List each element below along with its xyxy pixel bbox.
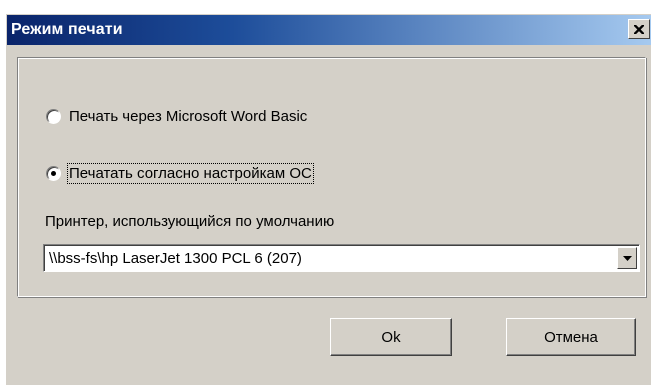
os-settings-radio[interactable] [46,166,61,181]
title-bar[interactable]: Режим печати [7,15,651,45]
printer-select-value: \\bss-fs\hp LaserJet 1300 PCL 6 (207) [49,250,302,267]
printer-select[interactable]: \\bss-fs\hp LaserJet 1300 PCL 6 (207) [43,244,640,272]
close-button[interactable] [628,19,650,39]
chevron-down-icon [622,255,632,261]
word-basic-option[interactable]: Печать через Microsoft Word Basic [46,108,307,125]
word-basic-label[interactable]: Печать через Microsoft Word Basic [69,108,307,125]
print-options-group: Печать через Microsoft Word Basic Печата… [17,57,646,297]
printer-dropdown-button[interactable] [617,247,637,269]
dialog-title: Режим печати [11,21,123,38]
print-mode-dialog: Режим печати Печать через Microsoft Word… [6,14,651,385]
cancel-button[interactable]: Отмена [506,318,636,356]
close-icon [634,24,644,34]
word-basic-radio[interactable] [46,109,61,124]
ok-button[interactable]: Ok [330,318,452,356]
cancel-button-label: Отмена [544,328,598,346]
default-printer-label: Принтер, использующийся по умолчанию [45,213,335,230]
os-settings-option[interactable]: Печатать согласно настройкам ОС [46,163,314,184]
ok-button-label: Ok [381,328,401,346]
os-settings-label[interactable]: Печатать согласно настройкам ОС [67,163,314,184]
